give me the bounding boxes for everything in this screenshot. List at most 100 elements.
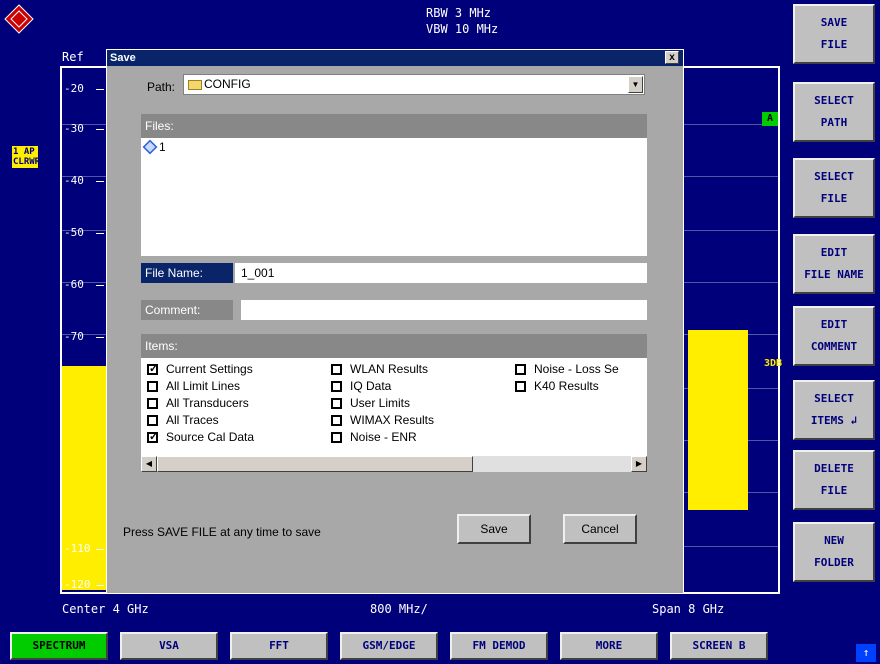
file-name-label: File Name: — [141, 263, 233, 283]
checkbox-checked[interactable] — [147, 430, 158, 443]
hotkey-spectrum[interactable]: SPECTRUM — [10, 632, 108, 660]
softkey-edit-comment[interactable]: EDIT COMMENT — [793, 306, 875, 366]
dialog-title: Save — [110, 52, 136, 64]
file-item-label: 1 — [159, 140, 166, 154]
item-source-cal-data[interactable]: Source Cal Data — [147, 430, 254, 444]
vbw-label: VBW 10 MHz — [426, 22, 499, 36]
checkbox[interactable] — [331, 414, 342, 426]
item-label: WLAN Results — [350, 362, 429, 376]
path-value: CONFIG — [204, 77, 251, 91]
item-label: All Transducers — [166, 396, 249, 410]
softkey-new-folder[interactable]: NEW FOLDER — [793, 522, 875, 582]
close-button[interactable]: x — [665, 51, 679, 64]
softkey-save-file[interactable]: SAVE FILE — [793, 4, 875, 64]
horizontal-scrollbar[interactable]: ◀ ▶ — [141, 456, 647, 472]
item-current-settings[interactable]: Current Settings — [147, 362, 253, 376]
softkey-line2: PATH — [820, 116, 848, 129]
softkey-select-path[interactable]: SELECT PATH — [793, 82, 875, 142]
item-iq-data[interactable]: IQ Data — [331, 379, 391, 393]
softkey-line2: FILE NAME — [804, 268, 864, 281]
item-label: K40 Results — [534, 379, 599, 393]
softkey-select-items[interactable]: SELECT ITEMS ↲ — [793, 380, 875, 440]
checkbox[interactable] — [331, 431, 342, 443]
comment-field[interactable] — [241, 300, 647, 320]
save-button[interactable]: Save — [457, 514, 531, 544]
items-header: Items: — [141, 334, 647, 358]
softkey-line2: FILE — [820, 192, 848, 205]
item-label: User Limits — [350, 396, 411, 410]
ref-label: Ref — [62, 50, 84, 64]
hotkey-gsm-edge[interactable]: GSM/EDGE — [340, 632, 438, 660]
softkey-select-file[interactable]: SELECT FILE — [793, 158, 875, 218]
checkbox-checked[interactable] — [147, 362, 158, 375]
trace-segment-left — [62, 366, 108, 590]
span-frequency: Span 8 GHz — [652, 602, 725, 616]
item-all-transducers[interactable]: All Transducers — [147, 396, 249, 410]
center-frequency: Center 4 GHz — [62, 602, 149, 616]
softkey-edit-file-name[interactable]: EDIT FILE NAME — [793, 234, 875, 294]
softkey-line2: FILE — [820, 38, 848, 51]
rs-logo-icon — [4, 4, 34, 34]
softkey-line1: EDIT — [820, 318, 848, 331]
y-tick-label: -50 — [64, 226, 104, 239]
item-k40-results[interactable]: K40 Results — [515, 379, 599, 393]
softkey-delete-file[interactable]: DELETE FILE — [793, 450, 875, 510]
checkbox[interactable] — [147, 414, 158, 426]
checkbox[interactable] — [331, 397, 342, 409]
chevron-down-icon[interactable]: ▼ — [628, 76, 643, 93]
y-tick-label: -110 — [64, 542, 104, 555]
softkey-line2: FILE — [820, 484, 848, 497]
y-tick-label: -20 — [64, 82, 104, 95]
item-noise-enr[interactable]: Noise - ENR — [331, 430, 417, 444]
hotkey-vsa[interactable]: VSA — [120, 632, 218, 660]
item-label: IQ Data — [350, 379, 392, 393]
item-label: Source Cal Data — [166, 430, 255, 444]
bandwidth-info: RBW 3 MHz VBW 10 MHz — [426, 5, 498, 37]
hotkey-fft[interactable]: FFT — [230, 632, 328, 660]
item-wlan-results[interactable]: WLAN Results — [331, 362, 428, 376]
items-list: Current Settings All Limit Lines All Tra… — [141, 358, 647, 456]
path-dropdown[interactable]: CONFIG ▼ — [183, 74, 645, 95]
hotkey-screen-b[interactable]: SCREEN B — [670, 632, 768, 660]
y-tick-label: -60 — [64, 278, 104, 291]
dialog-title-bar[interactable]: Save x — [107, 50, 683, 66]
item-wimax-results[interactable]: WIMAX Results — [331, 413, 434, 427]
checkbox[interactable] — [147, 397, 158, 409]
cancel-button[interactable]: Cancel — [563, 514, 637, 544]
checkbox[interactable] — [331, 380, 342, 392]
item-label: Current Settings — [166, 362, 253, 376]
softkey-line1: SELECT — [814, 392, 854, 405]
item-label: WIMAX Results — [350, 413, 435, 427]
scroll-thumb[interactable] — [157, 456, 473, 472]
item-user-limits[interactable]: User Limits — [331, 396, 410, 410]
trace-mode-badge: 1 AP CLRWR — [12, 146, 41, 168]
up-arrow-icon[interactable]: ↑ — [856, 644, 876, 662]
softkey-line1: NEW — [824, 534, 844, 547]
softkey-line1: EDIT — [820, 246, 848, 259]
item-noise-loss[interactable]: Noise - Loss Se — [515, 362, 619, 376]
scroll-right-icon[interactable]: ▶ — [631, 456, 647, 472]
softkey-line1: SELECT — [814, 170, 854, 183]
folder-icon — [188, 80, 202, 90]
save-dialog: Save x Path: CONFIG ▼ Files: 1 File Name… — [106, 49, 684, 594]
files-header: Files: — [141, 114, 647, 138]
hotkey-more[interactable]: MORE — [560, 632, 658, 660]
checkbox[interactable] — [515, 380, 526, 392]
files-list[interactable]: 1 — [141, 138, 647, 256]
marker-a-badge: A — [762, 112, 778, 126]
item-all-traces[interactable]: All Traces — [147, 413, 219, 427]
checkbox[interactable] — [515, 363, 526, 375]
hotkey-fm-demod[interactable]: FM DEMOD — [450, 632, 548, 660]
item-label: All Limit Lines — [166, 379, 241, 393]
scroll-left-icon[interactable]: ◀ — [141, 456, 157, 472]
item-label: Noise - Loss Se — [534, 362, 619, 376]
item-all-limit-lines[interactable]: All Limit Lines — [147, 379, 240, 393]
file-item[interactable]: 1 — [142, 139, 166, 155]
trace-segment-right — [688, 330, 748, 510]
db-badge: 3DB — [764, 358, 783, 369]
file-name-field[interactable]: 1_001 — [235, 263, 647, 283]
span-per-division: 800 MHz/ — [370, 602, 428, 616]
softkey-line1: SELECT — [814, 94, 854, 107]
checkbox[interactable] — [331, 363, 342, 375]
checkbox[interactable] — [147, 380, 158, 392]
